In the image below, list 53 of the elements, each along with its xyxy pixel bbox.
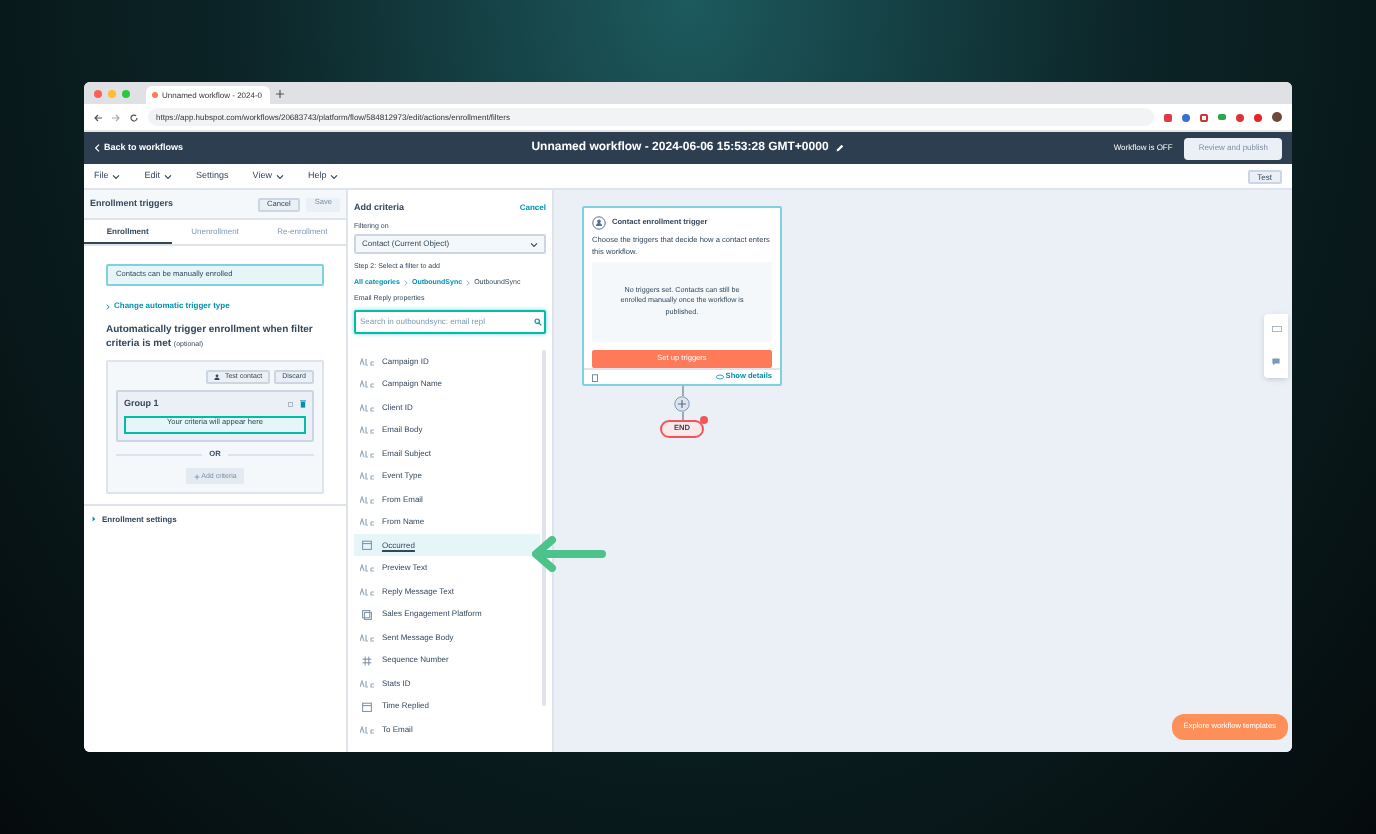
extension-icon[interactable]	[1254, 113, 1262, 121]
trigger-card[interactable]	[582, 206, 782, 386]
extension-icon[interactable]	[1218, 114, 1226, 120]
text-type-icon	[360, 380, 374, 388]
alert-badge	[700, 416, 709, 424]
plus-icon	[193, 473, 200, 480]
profile-avatar[interactable]	[1272, 112, 1282, 122]
scrollbar[interactable]	[542, 349, 546, 706]
extension-icon[interactable]	[1236, 113, 1244, 121]
caret-icon	[112, 173, 121, 179]
calendar-icon	[362, 540, 372, 550]
reload-icon[interactable]	[130, 113, 138, 121]
extension-icon[interactable]	[1164, 113, 1172, 121]
caret-icon	[275, 173, 284, 179]
person-icon	[214, 374, 221, 380]
text-type-icon	[360, 725, 374, 733]
list-select-icon	[362, 609, 372, 619]
chevron-right-icon	[466, 280, 471, 287]
favicon-icon	[152, 92, 158, 98]
eye-icon	[715, 374, 724, 380]
trash-icon[interactable]	[300, 400, 306, 409]
text-type-icon	[360, 403, 374, 411]
text-type-icon	[360, 679, 374, 687]
text-type-icon	[360, 518, 374, 526]
text-type-icon	[360, 633, 374, 641]
add-step-icon[interactable]	[674, 396, 690, 412]
person-circle-icon	[592, 216, 606, 230]
chevron-left-icon	[94, 144, 100, 152]
text-type-icon	[360, 472, 374, 480]
text-type-icon	[360, 449, 374, 457]
text-type-icon	[360, 564, 374, 572]
text-type-icon	[360, 587, 374, 595]
pointer-arrow-icon	[532, 536, 606, 572]
caret-icon	[530, 241, 538, 247]
back-arrow-icon[interactable]	[94, 113, 102, 121]
caret-icon	[164, 173, 173, 179]
extension-icon[interactable]	[1200, 113, 1208, 121]
search-icon	[534, 317, 542, 326]
text-type-icon	[360, 426, 374, 434]
forward-arrow-icon[interactable]	[112, 113, 120, 121]
calendar-icon	[362, 701, 372, 711]
chevron-right-icon	[403, 280, 408, 287]
hash-icon	[362, 655, 372, 665]
extension-icon[interactable]	[1182, 113, 1190, 121]
copy-icon[interactable]	[288, 401, 294, 408]
keyboard-icon[interactable]	[1271, 326, 1281, 333]
pencil-icon[interactable]	[836, 144, 845, 152]
text-type-icon	[360, 495, 374, 503]
clipboard-icon[interactable]	[592, 373, 598, 381]
new-tab-icon[interactable]	[276, 89, 284, 97]
caret-icon	[330, 173, 339, 179]
comment-icon[interactable]	[1272, 357, 1280, 366]
text-type-icon	[360, 357, 374, 365]
